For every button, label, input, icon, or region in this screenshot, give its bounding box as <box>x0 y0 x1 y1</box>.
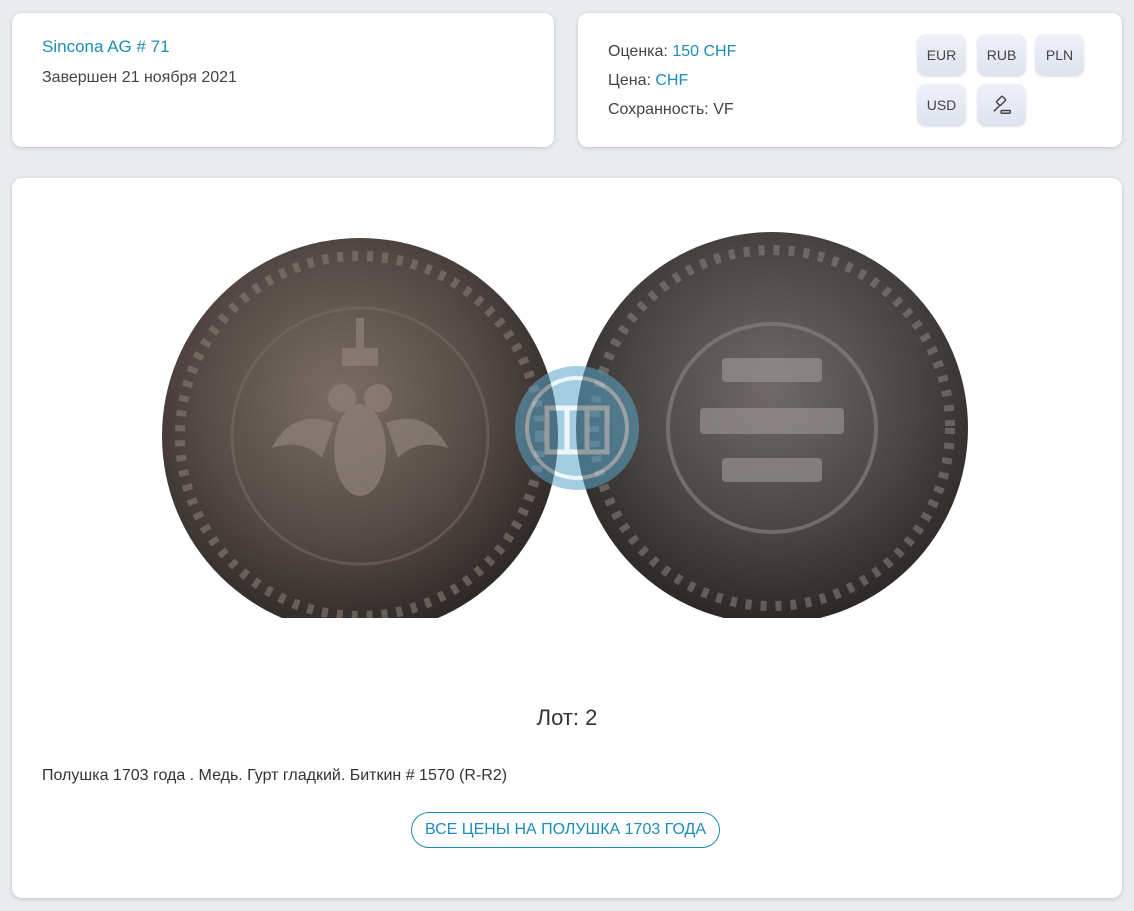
estimate-line: Оценка: 150 CHF <box>608 37 736 66</box>
condition-line: Сохранность: VF <box>608 95 736 124</box>
currency-pln-button[interactable]: PLN <box>1035 34 1084 76</box>
lot-title: Лот: 2 <box>536 705 598 730</box>
condition-value: VF <box>713 101 734 118</box>
estimate-value: 150 CHF <box>672 43 737 60</box>
condition-label: Сохранность: <box>608 101 714 118</box>
watermark-logo <box>515 366 639 490</box>
auction-link[interactable]: Sincona AG # 71 <box>42 37 170 57</box>
coin-photo <box>162 232 968 634</box>
price-info: Оценка: 150 CHF Цена: CHF Сохранность: V… <box>608 37 736 124</box>
price-label: Цена: <box>608 72 656 89</box>
estimate-label: Оценка: <box>608 43 673 60</box>
price-value: CHF <box>655 72 689 89</box>
price-line: Цена: CHF <box>608 66 736 95</box>
coin-obverse <box>162 238 558 634</box>
currency-eur-button[interactable]: EUR <box>917 34 966 76</box>
lot-description: Полушка 1703 года . Медь. Гурт гладкий. … <box>42 767 508 784</box>
auction-card: Sincona AG # 71 Завершен 21 ноября 2021 <box>12 13 554 147</box>
all-prices-button[interactable]: ВСЕ ЦЕНЫ НА ПОЛУШКА 1703 ГОДА <box>411 812 720 848</box>
currency-usd-button[interactable]: USD <box>917 84 966 126</box>
coin-image <box>152 218 982 634</box>
currency-rub-button[interactable]: RUB <box>977 34 1026 76</box>
auction-gavel-button[interactable] <box>977 84 1026 126</box>
lot-card: Лот: 2 Полушка 1703 года . Медь. Гурт гл… <box>12 178 1122 898</box>
auction-date: Завершен 21 ноября 2021 <box>42 69 237 86</box>
gavel-icon <box>992 95 1011 114</box>
price-card: Оценка: 150 CHF Цена: CHF Сохранность: V… <box>578 13 1122 147</box>
